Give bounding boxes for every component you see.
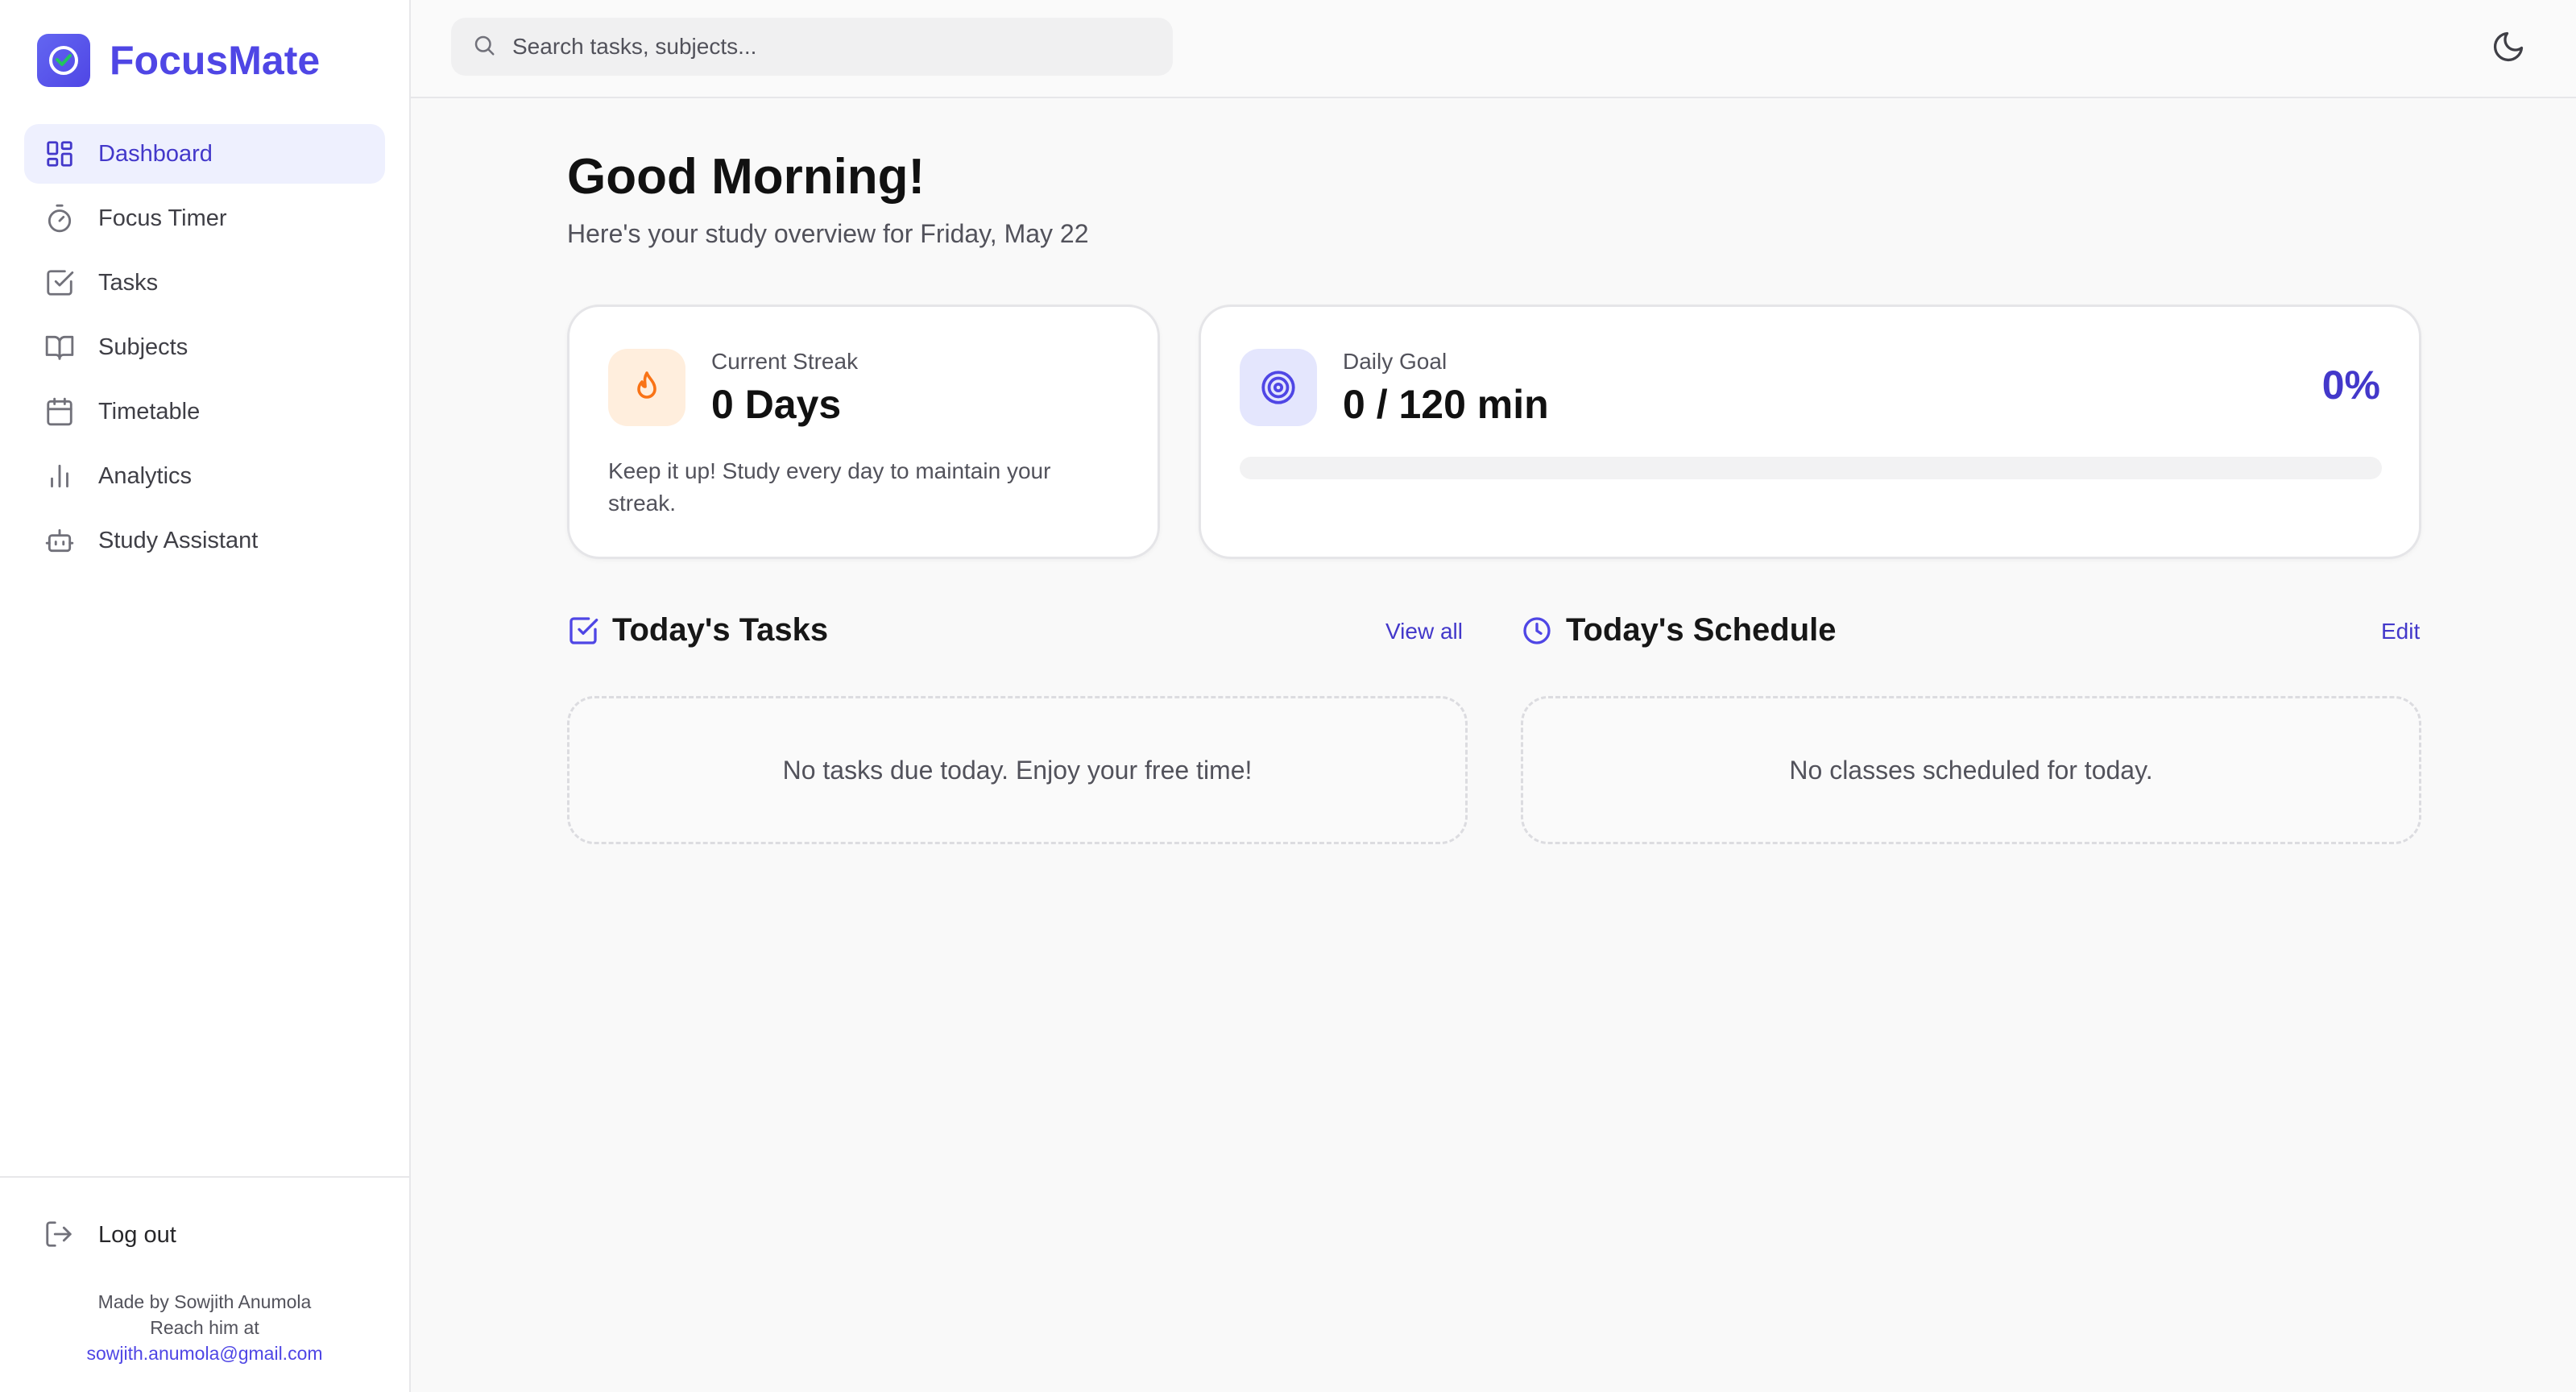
goal-percent: 0% bbox=[2321, 362, 2380, 408]
sidebar-item-label: Analytics bbox=[98, 462, 193, 489]
view-all-tasks-link[interactable]: View all bbox=[1385, 619, 1463, 644]
dashboard-icon bbox=[43, 138, 76, 170]
credits-line: Made by Sowjith Anumola bbox=[97, 1291, 312, 1312]
edit-schedule-link[interactable]: Edit bbox=[2381, 619, 2420, 644]
app-logo-icon bbox=[37, 34, 90, 87]
app-name: FocusMate bbox=[110, 38, 321, 83]
schedule-empty-state: No classes scheduled for today. bbox=[1521, 696, 2421, 844]
sidebar-item-label: Timetable bbox=[98, 398, 201, 425]
goal-label: Daily Goal bbox=[1343, 349, 1447, 374]
logout-label: Log out bbox=[98, 1221, 176, 1248]
sidebar-item-label: Subjects bbox=[98, 334, 188, 360]
sidebar-item-timetable[interactable]: Timetable bbox=[24, 382, 385, 441]
streak-card: Current Streak 0 Days Keep it up! Study … bbox=[567, 304, 1160, 559]
calendar-icon bbox=[43, 396, 76, 428]
logout-button[interactable]: Log out bbox=[24, 1207, 385, 1263]
daily-goal-card: Daily Goal 0 / 120 min 0% bbox=[1199, 304, 2421, 559]
schedule-section-header: Today's Schedule bbox=[1521, 612, 1837, 648]
logout-icon bbox=[43, 1219, 76, 1251]
sidebar-item-subjects[interactable]: Subjects bbox=[24, 317, 385, 377]
clock-icon bbox=[1521, 615, 1553, 647]
bar-chart-icon bbox=[43, 460, 76, 492]
sidebar-item-label: Dashboard bbox=[98, 140, 213, 167]
sidebar-item-study-assistant[interactable]: Study Assistant bbox=[24, 511, 385, 570]
page-subtitle: Here's your study overview for Friday, M… bbox=[567, 219, 1089, 248]
streak-value: 0 Days bbox=[711, 382, 842, 427]
goal-value: 0 / 120 min bbox=[1343, 382, 1549, 427]
sidebar-nav: Dashboard Focus Timer Tasks Subjects Tim… bbox=[24, 124, 385, 575]
credits-line: Reach him at bbox=[150, 1317, 259, 1338]
search-input[interactable] bbox=[512, 34, 1141, 60]
sidebar-item-focus-timer[interactable]: Focus Timer bbox=[24, 188, 385, 248]
sidebar-item-tasks[interactable]: Tasks bbox=[24, 253, 385, 313]
credits: Made by Sowjith Anumola Reach him at sow… bbox=[0, 1289, 409, 1366]
credits-email-link[interactable]: sowjith.anumola@gmail.com bbox=[0, 1340, 409, 1366]
robot-icon bbox=[43, 524, 76, 557]
flame-icon bbox=[608, 349, 685, 426]
brand[interactable]: FocusMate bbox=[37, 34, 320, 87]
check-square-icon bbox=[43, 267, 76, 299]
sidebar-item-label: Focus Timer bbox=[98, 205, 227, 231]
moon-icon bbox=[2491, 31, 2526, 68]
streak-note: Keep it up! Study every day to maintain … bbox=[608, 458, 1051, 516]
top-bar bbox=[411, 0, 2576, 98]
streak-label: Current Streak bbox=[711, 349, 859, 374]
target-icon bbox=[1240, 349, 1317, 426]
sidebar-item-label: Tasks bbox=[98, 269, 159, 296]
sidebar-item-dashboard[interactable]: Dashboard bbox=[24, 124, 385, 184]
sidebar-footer: Log out Made by Sowjith Anumola Reach hi… bbox=[0, 1176, 409, 1364]
tasks-empty-state: No tasks due today. Enjoy your free time… bbox=[567, 696, 1468, 844]
page-title: Good Morning! bbox=[567, 149, 926, 205]
sidebar-item-analytics[interactable]: Analytics bbox=[24, 446, 385, 506]
schedule-section-title: Today's Schedule bbox=[1566, 612, 1837, 648]
sidebar-item-label: Study Assistant bbox=[98, 527, 259, 553]
search-icon bbox=[472, 33, 496, 61]
theme-toggle-button[interactable] bbox=[2491, 29, 2526, 64]
search-box[interactable] bbox=[451, 18, 1173, 76]
tasks-section-header: Today's Tasks bbox=[567, 612, 828, 648]
tasks-section-title: Today's Tasks bbox=[612, 612, 829, 648]
sidebar: FocusMate Dashboard Focus Timer Tasks Su… bbox=[0, 0, 411, 1392]
goal-progress-bar bbox=[1240, 457, 2382, 479]
timer-icon bbox=[43, 202, 76, 234]
check-square-icon bbox=[567, 615, 599, 647]
book-icon bbox=[43, 331, 76, 363]
